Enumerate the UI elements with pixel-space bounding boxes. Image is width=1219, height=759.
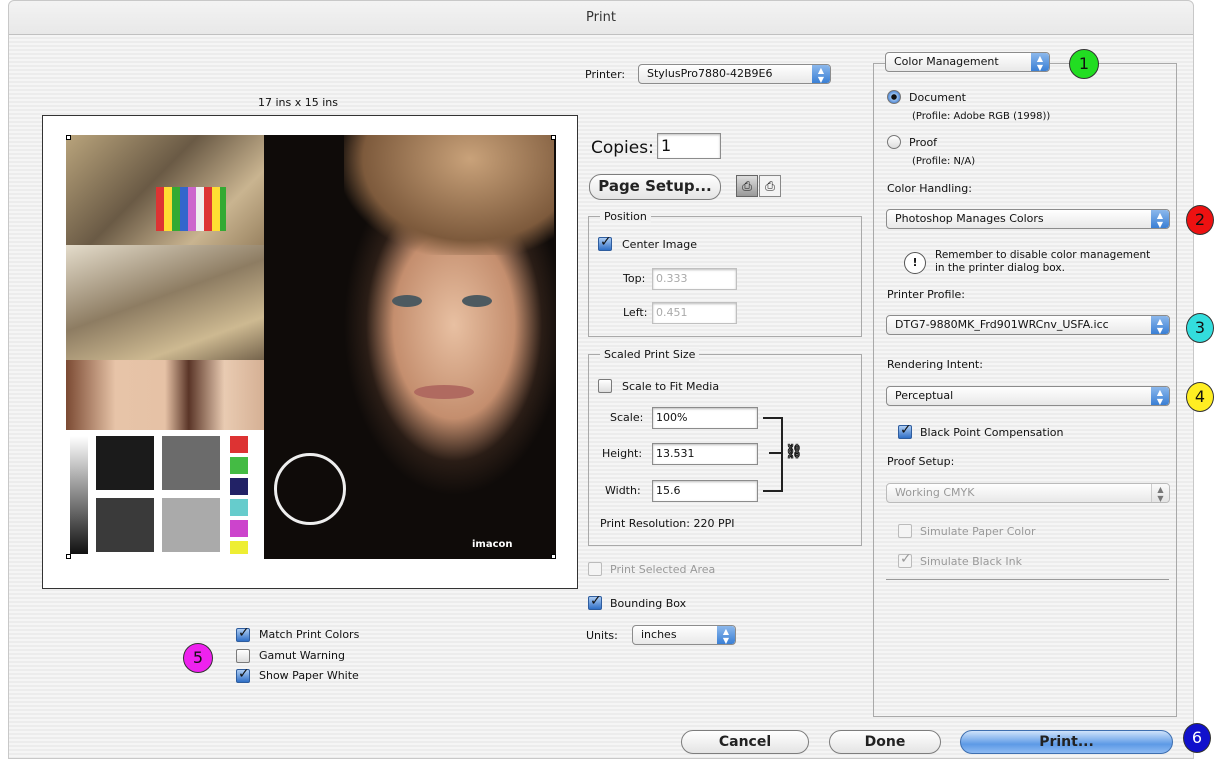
copies-label: Copies: bbox=[591, 138, 654, 158]
proof-radio[interactable] bbox=[887, 135, 901, 149]
cancel-button[interactable]: Cancel bbox=[681, 730, 809, 754]
color-handling-popup[interactable]: Photoshop Manages Colors ▲ ▼ bbox=[886, 209, 1170, 229]
link-chain-icon[interactable]: ⛓ bbox=[785, 444, 803, 460]
print-button[interactable]: Print... bbox=[960, 730, 1173, 754]
scaled-print-size-title: Scaled Print Size bbox=[600, 348, 700, 361]
print-dialog: Print 17 ins x 15 ins imacon ✓ Match Pri… bbox=[8, 0, 1214, 759]
left-label: Left: bbox=[623, 306, 648, 319]
top-input[interactable]: 0.333 bbox=[652, 268, 737, 290]
width-label: Width: bbox=[605, 484, 641, 497]
printer-profile-label: Printer Profile: bbox=[887, 288, 965, 301]
color-handling-label: Color Handling: bbox=[887, 182, 972, 195]
scale-to-fit-label: Scale to Fit Media bbox=[622, 380, 720, 393]
rendering-intent-popup[interactable]: Perceptual ▲ ▼ bbox=[886, 386, 1170, 406]
height-input[interactable]: 13.531 bbox=[652, 443, 758, 465]
constrain-bracket bbox=[763, 417, 783, 492]
preview-image[interactable]: imacon bbox=[66, 135, 556, 559]
black-point-compensation-checkbox[interactable] bbox=[898, 422, 912, 439]
popup-arrows-icon: ▲ ▼ bbox=[812, 65, 830, 83]
proof-setup-popup[interactable]: Working CMYK ▲ ▼ bbox=[886, 483, 1170, 503]
callout-badge-6: 6 bbox=[1183, 723, 1211, 753]
gamut-warning-checkbox[interactable] bbox=[236, 649, 250, 663]
scale-label: Scale: bbox=[610, 411, 644, 424]
width-input[interactable]: 15.6 bbox=[652, 480, 758, 502]
color-management-popup[interactable]: Color Management ▲ ▼ bbox=[885, 52, 1050, 72]
gamut-warning-label: Gamut Warning bbox=[259, 649, 345, 662]
scale-to-fit-checkbox[interactable] bbox=[598, 379, 612, 393]
show-paper-white-label: Show Paper White bbox=[259, 669, 359, 682]
page-setup-button[interactable]: Page Setup... bbox=[589, 174, 721, 200]
callout-badge-2: 2 bbox=[1186, 205, 1214, 235]
proof-setup-label: Proof Setup: bbox=[887, 455, 955, 468]
done-button[interactable]: Done bbox=[829, 730, 941, 754]
rendering-intent-label: Rendering Intent: bbox=[887, 358, 983, 371]
match-print-colors-label: Match Print Colors bbox=[259, 628, 360, 641]
callout-badge-1: 1 bbox=[1069, 49, 1099, 79]
simulate-black-ink-label: Simulate Black Ink bbox=[920, 555, 1022, 568]
document-label: Document bbox=[909, 91, 966, 104]
printer-profile-popup[interactable]: DTG7-9880MK_Frd901WRCnv_USFA.icc ▲ ▼ bbox=[886, 315, 1170, 335]
imacon-logo: imacon bbox=[472, 539, 513, 550]
scale-input[interactable]: 100% bbox=[652, 407, 758, 429]
position-group-title: Position bbox=[600, 210, 651, 223]
units-label: Units: bbox=[586, 629, 618, 642]
simulate-paper-color-checkbox[interactable] bbox=[898, 524, 912, 538]
print-resolution: Print Resolution: 220 PPI bbox=[600, 517, 735, 530]
callout-badge-4: 4 bbox=[1186, 382, 1214, 412]
color-management-note: Remember to disable color management in … bbox=[935, 249, 1151, 274]
proof-label: Proof bbox=[909, 136, 938, 149]
document-profile: (Profile: Adobe RGB (1998)) bbox=[912, 111, 1051, 122]
show-paper-white-checkbox[interactable] bbox=[236, 666, 250, 683]
collage-swatches bbox=[66, 430, 264, 559]
proof-profile: (Profile: N/A) bbox=[912, 156, 976, 167]
landscape-orientation-icon[interactable]: ⎙ bbox=[759, 175, 781, 197]
bounding-box-label: Bounding Box bbox=[610, 597, 687, 610]
callout-badge-5: 5 bbox=[183, 643, 213, 673]
divider bbox=[886, 579, 1169, 580]
black-point-compensation-label: Black Point Compensation bbox=[920, 426, 1064, 439]
collage-shelf-bottom bbox=[66, 245, 264, 365]
collage-faces bbox=[66, 360, 264, 430]
copies-input[interactable]: 1 bbox=[657, 133, 721, 159]
portrait-photo: imacon bbox=[264, 135, 556, 559]
window-title: Print bbox=[9, 1, 1193, 35]
portrait-orientation-icon[interactable]: ⎙ bbox=[736, 175, 758, 197]
color-checker-chart bbox=[156, 187, 226, 231]
match-print-colors-checkbox[interactable] bbox=[236, 625, 250, 642]
print-selected-area-label: Print Selected Area bbox=[610, 563, 716, 576]
preview-size-label: 17 ins x 15 ins bbox=[258, 96, 339, 109]
center-image-checkbox[interactable] bbox=[598, 234, 612, 251]
callout-badge-3: 3 bbox=[1186, 313, 1214, 343]
print-selected-area-checkbox[interactable] bbox=[588, 562, 602, 576]
height-label: Height: bbox=[602, 447, 643, 460]
top-label: Top: bbox=[623, 272, 646, 285]
dpg-logo-watermark bbox=[274, 453, 346, 525]
simulate-paper-color-label: Simulate Paper Color bbox=[920, 525, 1036, 538]
warning-icon: ! bbox=[904, 252, 926, 274]
preview-frame: imacon bbox=[42, 115, 578, 589]
bounding-box-checkbox[interactable] bbox=[588, 593, 602, 610]
printer-popup[interactable]: StylusPro7880-42B9E6 ▲ ▼ bbox=[638, 64, 831, 84]
simulate-black-ink-checkbox[interactable] bbox=[898, 551, 912, 568]
units-popup[interactable]: inches ▲ ▼ bbox=[632, 625, 736, 645]
document-radio[interactable] bbox=[887, 90, 901, 104]
left-input[interactable]: 0.451 bbox=[652, 302, 737, 324]
center-image-label: Center Image bbox=[622, 238, 697, 251]
printer-label: Printer: bbox=[585, 68, 626, 81]
